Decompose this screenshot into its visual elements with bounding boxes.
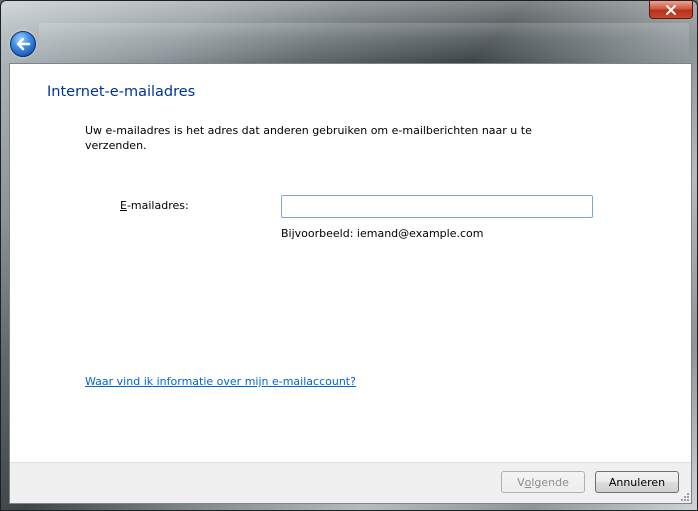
next-label-start: V — [517, 475, 525, 489]
email-label-text: -mailadres: — [126, 199, 189, 212]
button-bar: Vo lgende Annuleren — [10, 462, 691, 503]
title-bar — [39, 23, 689, 59]
email-example-hint: Bijvoorbeeld: iemand@example.com — [281, 227, 484, 240]
cancel-button[interactable]: Annuleren — [595, 471, 679, 493]
back-arrow-icon — [16, 37, 31, 51]
next-label-end: lgende — [531, 475, 569, 489]
close-button[interactable] — [649, 1, 693, 19]
window-frame: Internet-e-mailadres Uw e-mailadres is h… — [0, 0, 698, 511]
next-button[interactable]: Vo lgende — [501, 471, 585, 493]
page-description: Uw e-mailadres is het adres dat anderen … — [85, 124, 532, 152]
wizard-page: Internet-e-mailadres Uw e-mailadres is h… — [9, 63, 692, 504]
email-field[interactable] — [281, 195, 593, 218]
email-label-accelerator: E — [120, 199, 127, 212]
close-icon — [666, 4, 676, 15]
next-label-accelerator: o — [524, 475, 532, 489]
back-button[interactable] — [10, 31, 36, 57]
help-link[interactable]: Waar vind ik informatie over mijn e-mail… — [85, 375, 356, 388]
resize-grip-icon[interactable] — [680, 492, 690, 502]
email-label: E-mailadres: — [120, 199, 189, 212]
page-heading: Internet-e-mailadres — [47, 84, 196, 100]
